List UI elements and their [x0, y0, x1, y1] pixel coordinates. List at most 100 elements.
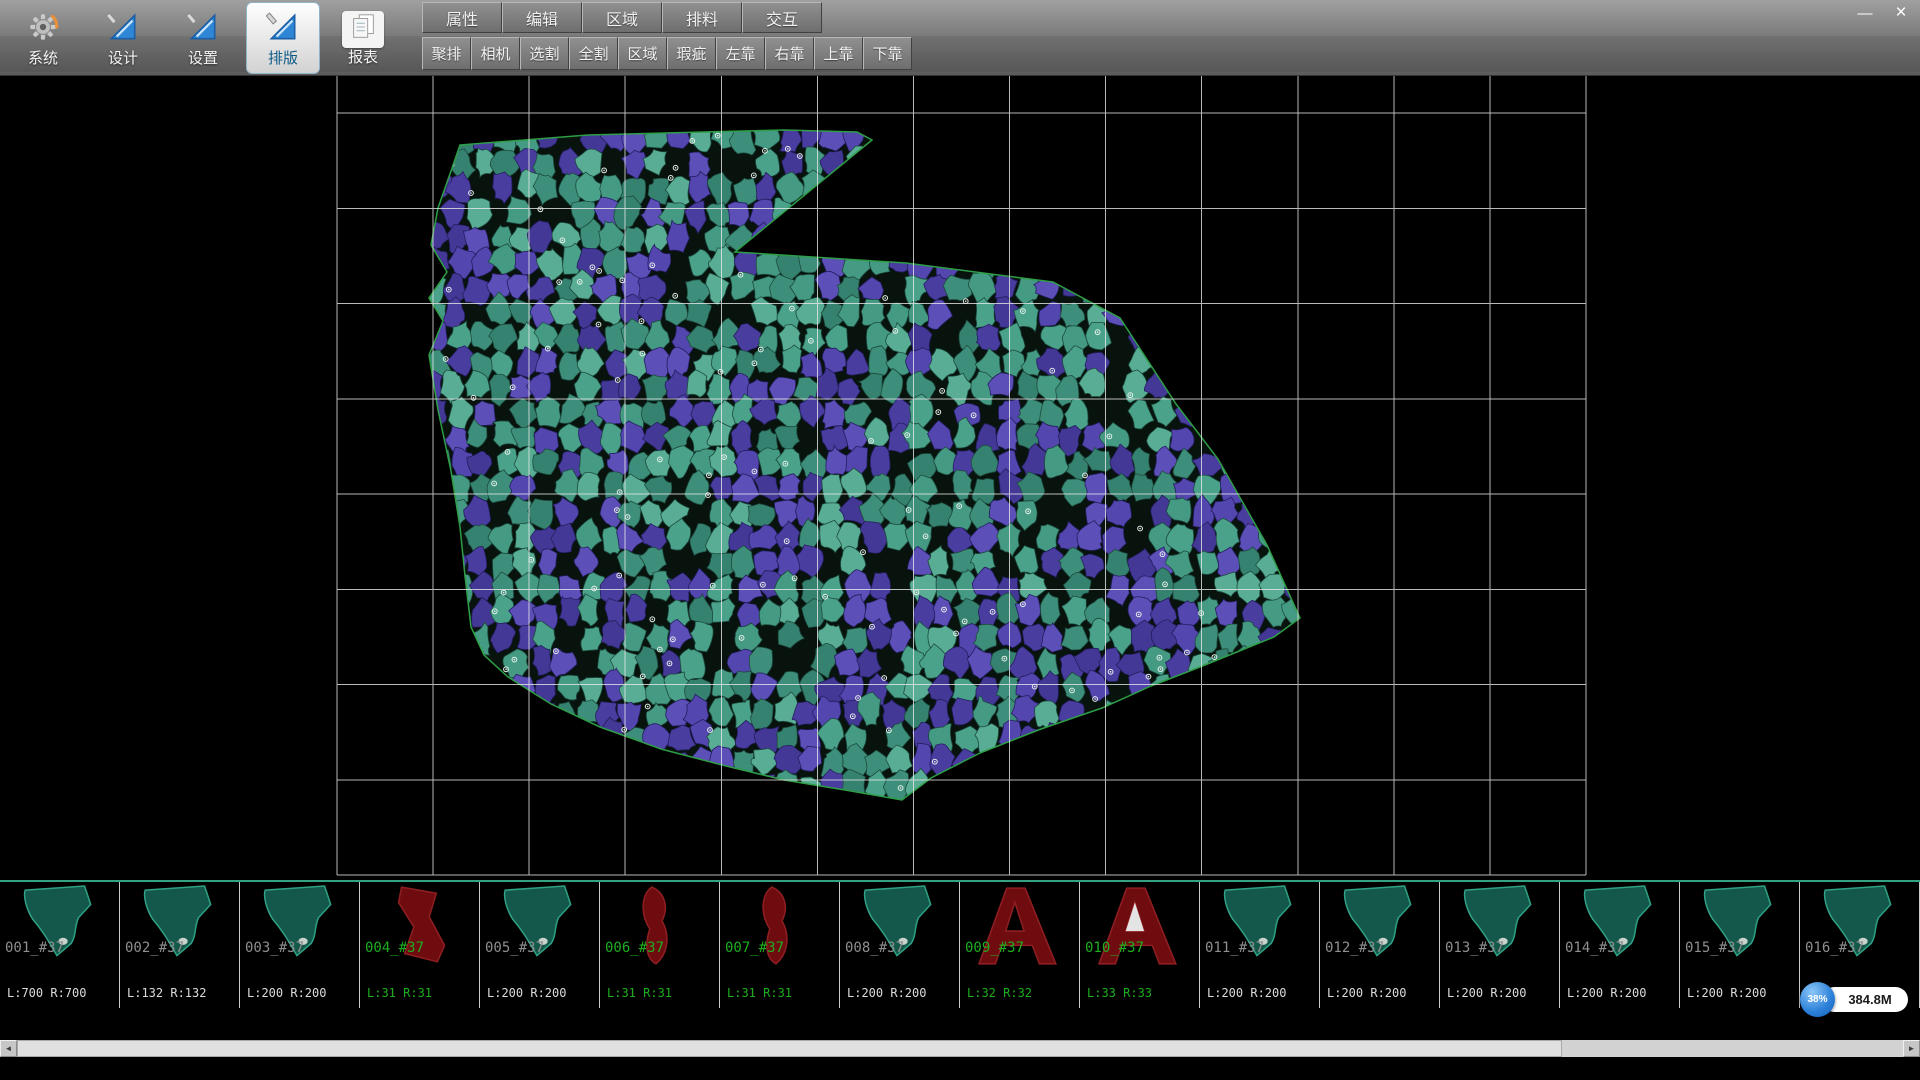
memory-progress-indicator: 384.8M 38%	[1800, 982, 1916, 1018]
piece-shape	[1568, 884, 1672, 972]
piece-id-label: 005_#37	[485, 940, 544, 956]
piece-counts-label: L:200 R:200	[1567, 986, 1646, 1000]
tool-align-left[interactable]: 左靠	[716, 37, 765, 70]
thumbnail-piece-010[interactable]: 010_#37 L:33 R:33	[1080, 882, 1200, 1008]
piece-shape	[1688, 884, 1792, 972]
nav-nesting-button[interactable]: 排版	[246, 2, 320, 74]
tool-camera[interactable]: 相机	[471, 37, 520, 70]
nav-nesting-label: 排版	[268, 50, 298, 67]
menu-tab-nesting[interactable]: 排料	[662, 2, 742, 33]
thumbnail-piece-001[interactable]: 001_#37 L:700 R:700	[0, 882, 120, 1008]
piece-shape	[368, 884, 472, 972]
menu-tab-edit[interactable]: 编辑	[502, 2, 582, 33]
nav-report-label: 报表	[348, 49, 378, 66]
piece-shape	[8, 884, 112, 972]
piece-counts-label: L:200 R:200	[847, 986, 926, 1000]
scroll-left-arrow[interactable]: ◄	[0, 1040, 17, 1057]
nesting-triangle-icon	[266, 10, 300, 49]
thumbnail-piece-012[interactable]: 012_#37 L:200 R:200	[1320, 882, 1440, 1008]
piece-shape	[1328, 884, 1432, 972]
piece-counts-label: L:200 R:200	[1447, 986, 1526, 1000]
thumbnail-piece-014[interactable]: 014_#37 L:200 R:200	[1560, 882, 1680, 1008]
horizontal-scrollbar[interactable]: ◄ ►	[0, 1040, 1920, 1057]
nav-system-button[interactable]: 系统	[6, 2, 80, 74]
piece-shape	[968, 884, 1072, 972]
piece-counts-label: L:32 R:32	[967, 986, 1032, 1000]
piece-id-label: 015_#37	[1685, 940, 1744, 956]
piece-id-label: 013_#37	[1445, 940, 1504, 956]
close-button[interactable]: ×	[1888, 3, 1914, 23]
piece-shape	[848, 884, 952, 972]
thumbnail-piece-007[interactable]: 007_#37 L:31 R:31	[720, 882, 840, 1008]
nav-system-label: 系统	[28, 50, 58, 67]
thumbnail-piece-009[interactable]: 009_#37 L:32 R:32	[960, 882, 1080, 1008]
tool-align-top[interactable]: 上靠	[814, 37, 863, 70]
nesting-canvas[interactable]	[0, 76, 1920, 880]
piece-shape	[248, 884, 352, 972]
settings-triangle-icon	[186, 10, 220, 49]
menu-tab-properties[interactable]: 属性	[422, 2, 502, 33]
scrollbar-thumb[interactable]	[17, 1040, 1562, 1057]
piece-shape	[608, 884, 712, 972]
tool-select-cut[interactable]: 选割	[520, 37, 569, 70]
piece-id-label: 012_#37	[1325, 940, 1384, 956]
menu-tab-interactive[interactable]: 交互	[742, 2, 822, 33]
piece-counts-label: L:200 R:200	[487, 986, 566, 1000]
piece-counts-label: L:33 R:33	[1087, 986, 1152, 1000]
tool-button-row: 聚排 相机 选割 全割 区域 瑕疵 左靠 右靠 上靠 下靠	[422, 37, 912, 70]
piece-id-label: 009_#37	[965, 940, 1024, 956]
minimize-button[interactable]: —	[1852, 3, 1878, 23]
tool-cluster-nest[interactable]: 聚排	[422, 37, 471, 70]
thumbnail-piece-005[interactable]: 005_#37 L:200 R:200	[480, 882, 600, 1008]
tool-cut-all[interactable]: 全割	[569, 37, 618, 70]
piece-counts-label: L:200 R:200	[1327, 986, 1406, 1000]
thumbnail-piece-002[interactable]: 002_#37 L:132 R:132	[120, 882, 240, 1008]
nav-design-label: 设计	[108, 50, 138, 67]
thumbnail-piece-013[interactable]: 013_#37 L:200 R:200	[1440, 882, 1560, 1008]
piece-shape	[1448, 884, 1552, 972]
thumbnail-piece-008[interactable]: 008_#37 L:200 R:200	[840, 882, 960, 1008]
report-document-icon	[342, 11, 384, 48]
nav-design-button[interactable]: 设计	[86, 2, 160, 74]
window-controls: — ×	[1852, 3, 1914, 23]
piece-id-label: 004_#37	[365, 940, 424, 956]
piece-counts-label: L:31 R:31	[367, 986, 432, 1000]
design-triangle-icon	[106, 10, 140, 49]
piece-counts-label: L:200 R:200	[1207, 986, 1286, 1000]
piece-id-label: 008_#37	[845, 940, 904, 956]
gear-icon	[26, 10, 60, 49]
piece-shape	[1808, 884, 1912, 972]
piece-id-label: 002_#37	[125, 940, 184, 956]
progress-percent-badge: 38%	[1800, 982, 1835, 1017]
piece-counts-label: L:700 R:700	[7, 986, 86, 1000]
nav-settings-label: 设置	[188, 50, 218, 67]
tool-align-bottom[interactable]: 下靠	[863, 37, 912, 70]
thumbnail-piece-006[interactable]: 006_#37 L:31 R:31	[600, 882, 720, 1008]
tool-align-right[interactable]: 右靠	[765, 37, 814, 70]
nav-settings-button[interactable]: 设置	[166, 2, 240, 74]
piece-thumbnail-strip: 001_#37 L:700 R:700 002_#37 L:132 R:132 …	[0, 880, 1920, 1008]
piece-id-label: 007_#37	[725, 940, 784, 956]
nav-report-button[interactable]: 报表	[326, 2, 400, 74]
thumbnail-piece-003[interactable]: 003_#37 L:200 R:200	[240, 882, 360, 1008]
piece-counts-label: L:31 R:31	[607, 986, 672, 1000]
thumbnail-piece-011[interactable]: 011_#37 L:200 R:200	[1200, 882, 1320, 1008]
thumbnail-piece-004[interactable]: 004_#37 L:31 R:31	[360, 882, 480, 1008]
thumbnail-piece-015[interactable]: 015_#37 L:200 R:200	[1680, 882, 1800, 1008]
piece-shape	[128, 884, 232, 972]
piece-id-label: 001_#37	[5, 940, 64, 956]
scroll-right-arrow[interactable]: ►	[1903, 1040, 1920, 1057]
titlebar-ribbon: 系统 设计 设置	[0, 0, 1920, 76]
piece-id-label: 003_#37	[245, 940, 304, 956]
application-window: 系统 设计 设置	[0, 0, 1920, 1080]
piece-counts-label: L:31 R:31	[727, 986, 792, 1000]
tool-defect[interactable]: 瑕疵	[667, 37, 716, 70]
piece-shape	[728, 884, 832, 972]
piece-id-label: 016_#37	[1805, 940, 1864, 956]
piece-counts-label: L:200 R:200	[247, 986, 326, 1000]
menu-tab-region[interactable]: 区域	[582, 2, 662, 33]
piece-counts-label: L:132 R:132	[127, 986, 206, 1000]
nesting-canvas-area[interactable]	[0, 76, 1920, 880]
tool-region[interactable]: 区域	[618, 37, 667, 70]
piece-shape	[1088, 884, 1192, 972]
